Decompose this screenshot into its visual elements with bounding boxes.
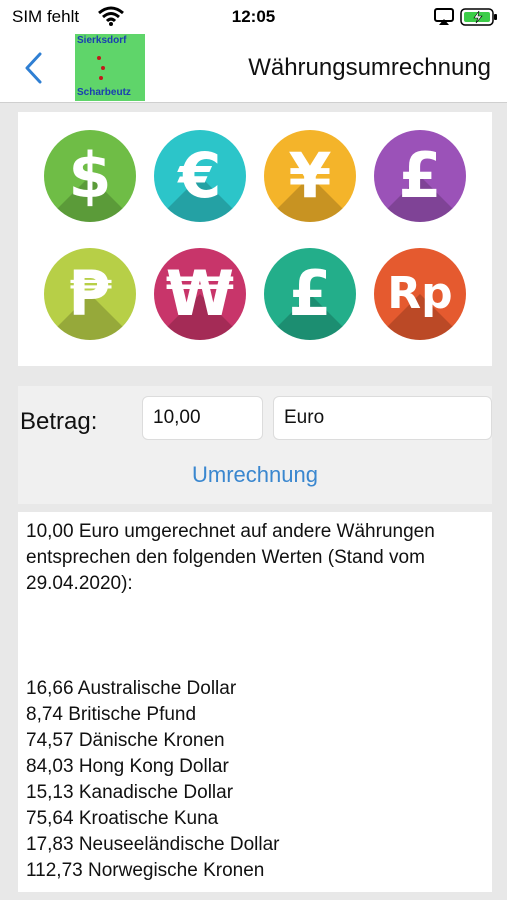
currency-icons-panel: $ € ¥ £ ₱ ₩ £ Rp (18, 112, 492, 366)
clock: 12:05 (231, 7, 276, 26)
result-intro: 10,00 Euro umgerechnet auf andere Währun… (26, 521, 435, 594)
currency-input[interactable]: Euro (273, 396, 492, 440)
status-bar: SIM fehlt 12:05 (0, 0, 507, 34)
currency-symbol: ₱ (68, 257, 112, 330)
amount-label: Betrag: (20, 408, 98, 435)
currency-symbol: $ (68, 139, 112, 212)
screen-mirroring-icon (434, 8, 454, 25)
dollar-icon: $ (44, 130, 136, 222)
peso-icon: ₱ (44, 248, 136, 340)
currency-symbol: € (178, 139, 222, 212)
pound-icon: £ (374, 130, 466, 222)
conversion-form: Betrag: 10,00 Euro Umrechnung (18, 386, 492, 504)
currency-symbol: £ (398, 139, 442, 212)
won-icon: ₩ (154, 248, 246, 340)
pound-icon: £ (264, 248, 356, 340)
euro-icon: € (154, 130, 246, 222)
logo-label-top: Sierksdorf (77, 35, 127, 46)
convert-button[interactable]: Umrechnung (18, 462, 492, 488)
currency-symbol: ₩ (165, 257, 235, 330)
amount-input[interactable]: 10,00 (142, 396, 263, 440)
list-item: 16,66 Australische Dollar (26, 678, 237, 699)
result-panel: 10,00 Euro umgerechnet auf andere Währun… (18, 512, 492, 892)
result-list: 16,66 Australische Dollar 8,74 Britische… (26, 676, 486, 884)
currency-symbol: Rp (387, 268, 453, 319)
list-item: 75,64 Kroatische Kuna (26, 808, 219, 829)
page-title: Währungsumrechnung (248, 54, 491, 81)
rupiah-icon: Rp (374, 248, 466, 340)
battery-icon (460, 8, 497, 26)
navigation-bar: Sierksdorf Scharbeutz Währungsumrechnung (0, 34, 507, 103)
currency-symbol: ¥ (288, 139, 332, 212)
list-item: 8,74 Britische Pfund (26, 704, 197, 725)
currency-symbol: £ (288, 257, 332, 330)
app-logo: Sierksdorf Scharbeutz (75, 34, 145, 101)
list-item: 15,13 Kanadische Dollar (26, 782, 234, 803)
logo-label-bottom: Scharbeutz (77, 87, 131, 98)
yen-icon: ¥ (264, 130, 356, 222)
list-item: 74,57 Dänische Kronen (26, 730, 225, 751)
list-item: 112,73 Norwegische Kronen (26, 860, 265, 881)
list-item: 17,83 Neuseeländische Dollar (26, 834, 280, 855)
back-chevron-icon[interactable] (22, 50, 48, 86)
list-item: 84,03 Hong Kong Dollar (26, 756, 229, 777)
